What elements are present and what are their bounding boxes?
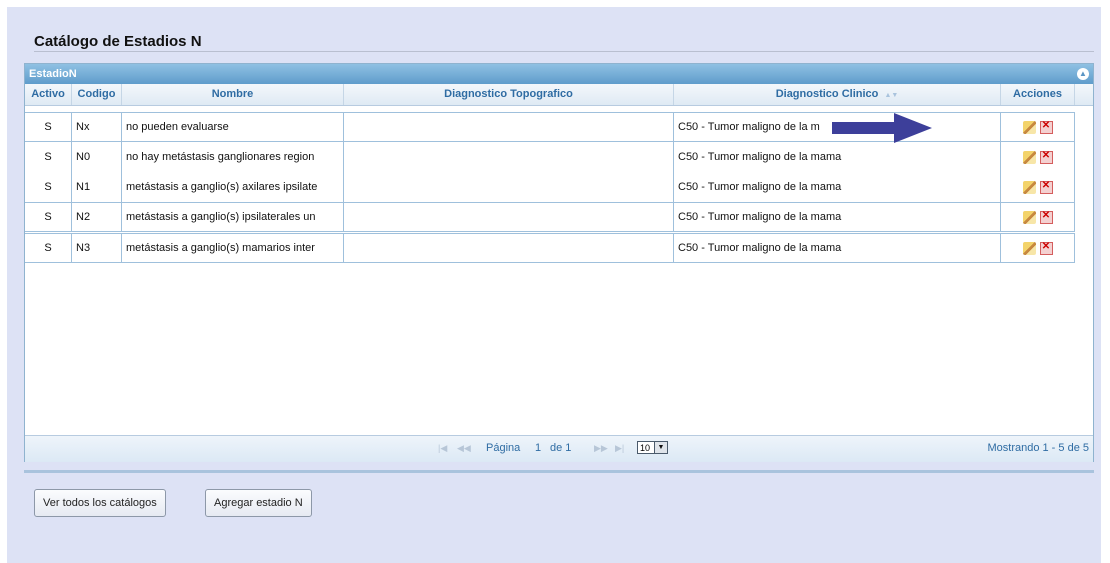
rows-per-page-select[interactable]: 10 <box>637 441 668 454</box>
cell-activo: S <box>25 234 72 262</box>
cell-acciones <box>1001 234 1075 262</box>
grid-caption: EstadioN <box>29 68 77 80</box>
cell-topografico <box>344 113 674 141</box>
arrow-pointer-icon <box>832 113 932 143</box>
estadio-n-grid: EstadioN ▲ Activo Codigo Nombre Diagnost… <box>24 63 1094 462</box>
prev-page-icon[interactable]: ◀◀ <box>457 443 471 454</box>
grid-pager: |◀ ◀◀ Página 1 de 1 ▶▶ ▶| 10 Mostrando 1… <box>25 435 1093 462</box>
cell-topografico <box>344 203 674 231</box>
cell-nombre: no pueden evaluarse <box>122 113 344 141</box>
pencil-edit-icon[interactable] <box>1022 210 1036 224</box>
col-diagnostico-clinico-label: Diagnostico Clinico <box>775 88 879 100</box>
pencil-edit-icon[interactable] <box>1022 241 1036 255</box>
cell-clinico: C50 - Tumor maligno de la mama <box>674 234 1001 262</box>
table-row[interactable]: S N2 metástasis a ganglio(s) ipsilateral… <box>25 202 1075 232</box>
col-diagnostico-clinico[interactable]: Diagnostico Clinico ▲▼ <box>674 84 1001 105</box>
cell-topografico <box>344 234 674 262</box>
sort-icon: ▲▼ <box>884 92 899 99</box>
cell-topografico <box>344 172 674 202</box>
cell-clinico: C50 - Tumor maligno de la mama <box>674 172 1001 202</box>
cell-acciones <box>1001 142 1075 172</box>
cell-codigo: N2 <box>72 203 122 231</box>
delete-icon[interactable] <box>1039 241 1053 255</box>
col-codigo[interactable]: Codigo <box>72 84 122 105</box>
pencil-edit-icon[interactable] <box>1022 150 1036 164</box>
col-diagnostico-topografico[interactable]: Diagnostico Topografico <box>344 84 674 105</box>
cell-codigo: N0 <box>72 142 122 172</box>
first-page-icon[interactable]: |◀ <box>438 443 447 454</box>
page-title: Catálogo de Estadios N <box>34 33 202 50</box>
page-label: Página <box>486 442 521 454</box>
cell-clinico: C50 - Tumor maligno de la mama <box>674 142 1001 172</box>
delete-icon[interactable] <box>1039 180 1053 194</box>
cell-acciones <box>1001 203 1075 231</box>
cell-topografico <box>344 142 674 172</box>
col-acciones: Acciones <box>1001 84 1075 105</box>
grid-caption-bar: EstadioN ▲ <box>25 64 1093 84</box>
cell-nombre: metástasis a ganglio(s) mamarios inter <box>122 234 344 262</box>
grid-header: Activo Codigo Nombre Diagnostico Topogra… <box>25 84 1093 106</box>
next-page-icon[interactable]: ▶▶ <box>594 443 608 454</box>
cell-codigo: N1 <box>72 172 122 202</box>
cell-nombre: no hay metástasis ganglionares region <box>122 142 344 172</box>
col-nombre[interactable]: Nombre <box>122 84 344 105</box>
delete-icon[interactable] <box>1039 210 1053 224</box>
cell-acciones <box>1001 172 1075 202</box>
title-divider <box>34 51 1094 52</box>
view-all-catalogs-button[interactable]: Ver todos los catálogos <box>34 489 166 517</box>
cell-nombre: metástasis a ganglio(s) ipsilaterales un <box>122 203 344 231</box>
collapse-icon[interactable]: ▲ <box>1077 68 1089 80</box>
records-info: Mostrando 1 - 5 de 5 <box>987 442 1089 454</box>
page-count: de 1 <box>550 442 572 454</box>
table-row[interactable]: S N0 no hay metástasis ganglionares regi… <box>25 142 1075 172</box>
col-activo[interactable]: Activo <box>25 84 72 105</box>
cell-activo: S <box>25 172 72 202</box>
cell-activo: S <box>25 142 72 172</box>
cell-codigo: N3 <box>72 234 122 262</box>
cell-activo: S <box>25 113 72 141</box>
section-divider <box>24 470 1094 473</box>
table-row[interactable]: S N1 metástasis a ganglio(s) axilares ip… <box>25 172 1075 202</box>
cell-codigo: Nx <box>72 113 122 141</box>
cell-activo: S <box>25 203 72 231</box>
last-page-icon[interactable]: ▶| <box>615 443 624 454</box>
cell-clinico: C50 - Tumor maligno de la mama <box>674 203 1001 231</box>
cell-nombre: metástasis a ganglio(s) axilares ipsilat… <box>122 172 344 202</box>
delete-icon[interactable] <box>1039 150 1053 164</box>
page-number[interactable]: 1 <box>535 442 541 454</box>
cell-acciones <box>1001 113 1075 141</box>
table-row[interactable]: S N3 metástasis a ganglio(s) mamarios in… <box>25 233 1075 263</box>
add-estadio-n-button[interactable]: Agregar estadio N <box>205 489 312 517</box>
delete-icon[interactable] <box>1039 120 1053 134</box>
pencil-edit-icon[interactable] <box>1022 120 1036 134</box>
pencil-edit-icon[interactable] <box>1022 180 1036 194</box>
